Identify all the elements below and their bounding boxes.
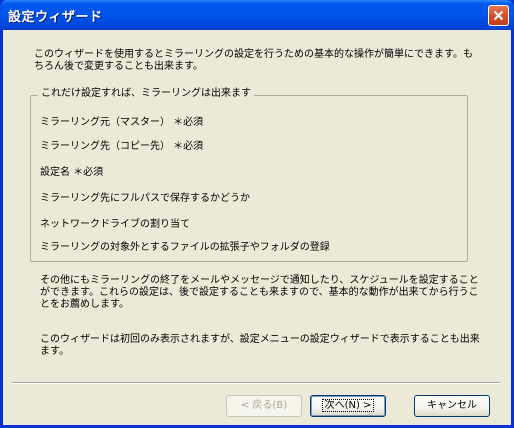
list-item: 設定名 ＊必須 — [40, 167, 104, 178]
button-separator — [12, 382, 500, 384]
window-title: 設定ウィザード — [8, 10, 103, 25]
next-button-label: 次へ(N) > — [321, 399, 375, 412]
list-item: ミラーリング先にフルパスで保存するかどうか — [40, 193, 250, 204]
group-legend: これだけ設定すれば、ミラーリングは出来ます — [38, 88, 254, 100]
back-button[interactable]: < 戻る(B) — [226, 395, 302, 417]
close-button[interactable] — [488, 5, 509, 26]
list-item: ミラーリング元（マスター） ＊必須 — [40, 117, 204, 128]
additional-info-text: その他にもミラーリングの終了をメールやメッセージで通知したり、スケジュールを設定… — [40, 275, 479, 310]
list-item: ネットワークドライブの割り当て — [40, 219, 190, 230]
cancel-button[interactable]: キャンセル — [414, 395, 490, 417]
list-item: ミラーリング先（コピー先） ＊必須 — [40, 141, 204, 152]
list-item: ミラーリングの対象外とするファイルの拡張子やフォルダの登録 — [40, 242, 330, 253]
title-bar[interactable]: 設定ウィザード — [0, 0, 514, 30]
wizard-note-text: このウィザードは初回のみ表示されますが、設定メニューの設定ウィザードで表示するこ… — [40, 334, 480, 357]
close-icon — [493, 10, 504, 21]
wizard-window: 設定ウィザード このウィザードを使用するとミラーリングの設定を行うための基本的な… — [0, 0, 514, 428]
intro-text: このウィザードを使用するとミラーリングの設定を行うための基本的な操作が簡単にでき… — [34, 49, 473, 72]
next-button[interactable]: 次へ(N) > — [310, 395, 386, 417]
